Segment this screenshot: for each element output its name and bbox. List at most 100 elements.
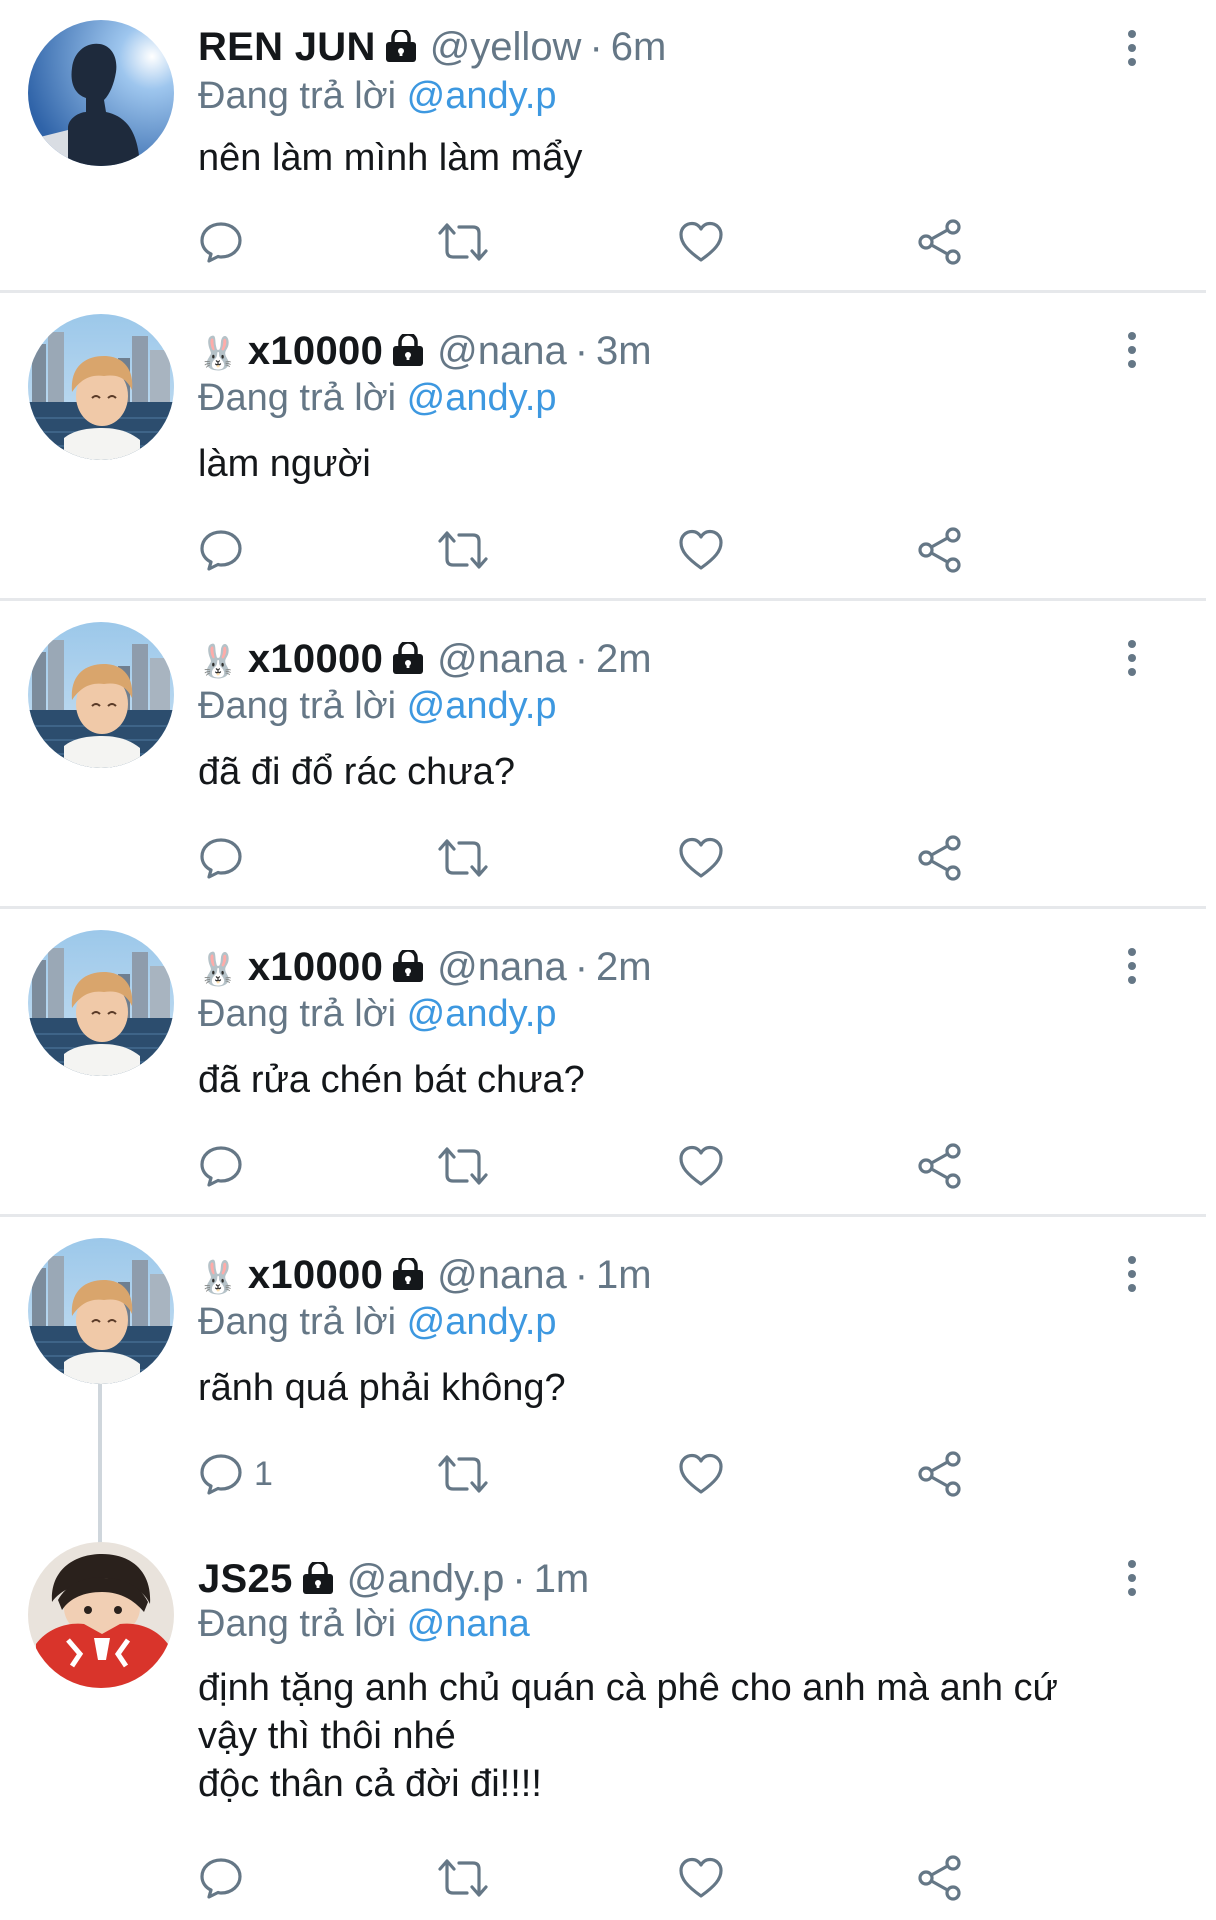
user-handle[interactable]: @yellow [430,25,582,69]
more-vertical-icon [1128,30,1136,66]
reply-button[interactable] [198,834,254,882]
more-options-button[interactable] [1118,330,1146,370]
avatar[interactable] [28,20,174,166]
user-handle[interactable]: @nana [437,1253,567,1297]
replying-to-label: Đang trả lời [198,377,397,419]
replying-to-label: Đang trả lời [198,993,397,1035]
like-button[interactable] [677,834,725,882]
timestamp: 3m [596,329,652,373]
retweet-icon [438,1859,488,1897]
mention-link[interactable]: @andy.p [407,377,557,419]
separator [0,290,1206,293]
tweet[interactable]: 🐰 x10000 @nana · 3m Đang trả lời @andy.p làm… [0,308,1216,608]
timestamp: 1m [596,1253,652,1297]
share-button[interactable] [916,834,964,882]
retweet-button[interactable] [436,834,490,882]
reply-button[interactable] [198,1142,254,1190]
like-button[interactable] [677,1854,725,1902]
share-button[interactable] [916,1142,964,1190]
reply-button[interactable] [198,218,254,266]
share-icon [918,1855,961,1901]
share-button[interactable] [916,218,964,266]
retweet-button[interactable] [436,526,490,574]
more-options-button[interactable] [1118,638,1146,678]
tweet-header: 🐰 x10000 @nana · 1m [198,1252,652,1302]
display-name[interactable]: x10000 [248,329,383,373]
lock-icon [384,28,418,74]
share-icon [918,1143,961,1189]
tweet-text: đã rửa chén bát chưa? [198,1056,1148,1104]
more-options-button[interactable] [1118,28,1146,68]
separator-dot: · [574,637,589,681]
retweet-icon [438,839,488,877]
reply-button[interactable]: 1 [198,1450,273,1498]
tweet[interactable]: 🐰 x10000 @nana · 2m Đang trả lời @andy.p đã … [0,924,1216,1224]
mention-link[interactable]: @andy.p [407,75,557,117]
lock-icon [301,1560,335,1606]
user-handle[interactable]: @andy.p [347,1557,505,1601]
display-name[interactable]: x10000 [248,1253,383,1297]
share-button[interactable] [916,1450,964,1498]
mention-link[interactable]: @nana [407,1603,530,1645]
mention-link[interactable]: @andy.p [407,685,557,727]
replying-to: Đang trả lời @andy.p [198,992,557,1036]
user-handle[interactable]: @nana [437,329,567,373]
tweet-header: REN JUN @yellow · 6m [198,24,666,74]
mention-link[interactable]: @andy.p [407,993,557,1035]
mention-link[interactable]: @andy.p [407,1301,557,1343]
separator-dot: · [589,25,603,69]
replying-to-label: Đang trả lời [198,1301,397,1343]
speech-bubble-icon [200,222,242,263]
display-name[interactable]: x10000 [248,945,383,989]
tweet-text-line: nên làm mình làm mẩy [198,137,583,179]
display-name[interactable]: JS25 [198,1557,293,1601]
avatar[interactable] [28,1542,174,1688]
avatar[interactable] [28,314,174,460]
more-options-button[interactable] [1118,1254,1146,1294]
separator-dot: · [574,945,589,989]
avatar[interactable] [28,622,174,768]
avatar[interactable] [28,930,174,1076]
reply-button[interactable] [198,526,254,574]
retweet-icon [438,223,488,261]
user-handle[interactable]: @nana [437,637,567,681]
share-icon [918,527,961,573]
retweet-button[interactable] [436,218,490,266]
tweet-text: định tặng anh chủ quán cà phê cho anh mà… [198,1664,1148,1808]
more-options-button[interactable] [1118,1558,1146,1598]
separator [0,906,1206,909]
lock-icon [391,948,425,994]
tweet[interactable]: 🐰 x10000 @nana · 1m Đang trả lời @andy.p rãn… [0,1232,1216,1532]
like-button[interactable] [677,1450,725,1498]
tweet[interactable]: 🐰 x10000 @nana · 2m Đang trả lời @andy.p đã … [0,616,1216,916]
separator-dot: · [574,329,589,373]
tweet-text-line: định tặng anh chủ quán cà phê cho anh mà… [198,1667,1058,1709]
more-options-button[interactable] [1118,946,1146,986]
avatar[interactable] [28,1238,174,1384]
lock-icon [391,640,425,686]
retweet-button[interactable] [436,1854,490,1902]
like-button[interactable] [677,1142,725,1190]
display-name[interactable]: REN JUN [198,25,376,69]
tweet[interactable]: REN JUN @yellow · 6m Đang trả lời @andy.p n… [0,0,1216,300]
display-name[interactable]: x10000 [248,637,383,681]
user-handle[interactable]: @nana [437,945,567,989]
replying-to-label: Đang trả lời [198,1603,397,1645]
retweet-button[interactable] [436,1142,490,1190]
more-vertical-icon [1128,1256,1136,1292]
separator-dot: · [574,1253,589,1297]
tweet-text-line: rãnh quá phải không? [198,1367,566,1409]
share-button[interactable] [916,526,964,574]
heart-icon [679,1145,723,1186]
rabbit-emoji: 🐰 [198,951,238,988]
reply-button[interactable] [198,1854,254,1902]
like-button[interactable] [677,526,725,574]
tweet[interactable]: JS25 @andy.p · 1m Đang trả lời @nana định t… [0,1536,1216,1920]
tweet-text: đã đi đổ rác chưa? [198,748,1148,796]
like-button[interactable] [677,218,725,266]
separator [0,598,1206,601]
timestamp: 6m [610,25,667,69]
share-button[interactable] [916,1854,964,1902]
retweet-button[interactable] [436,1450,490,1498]
speech-bubble-icon [200,1858,242,1899]
